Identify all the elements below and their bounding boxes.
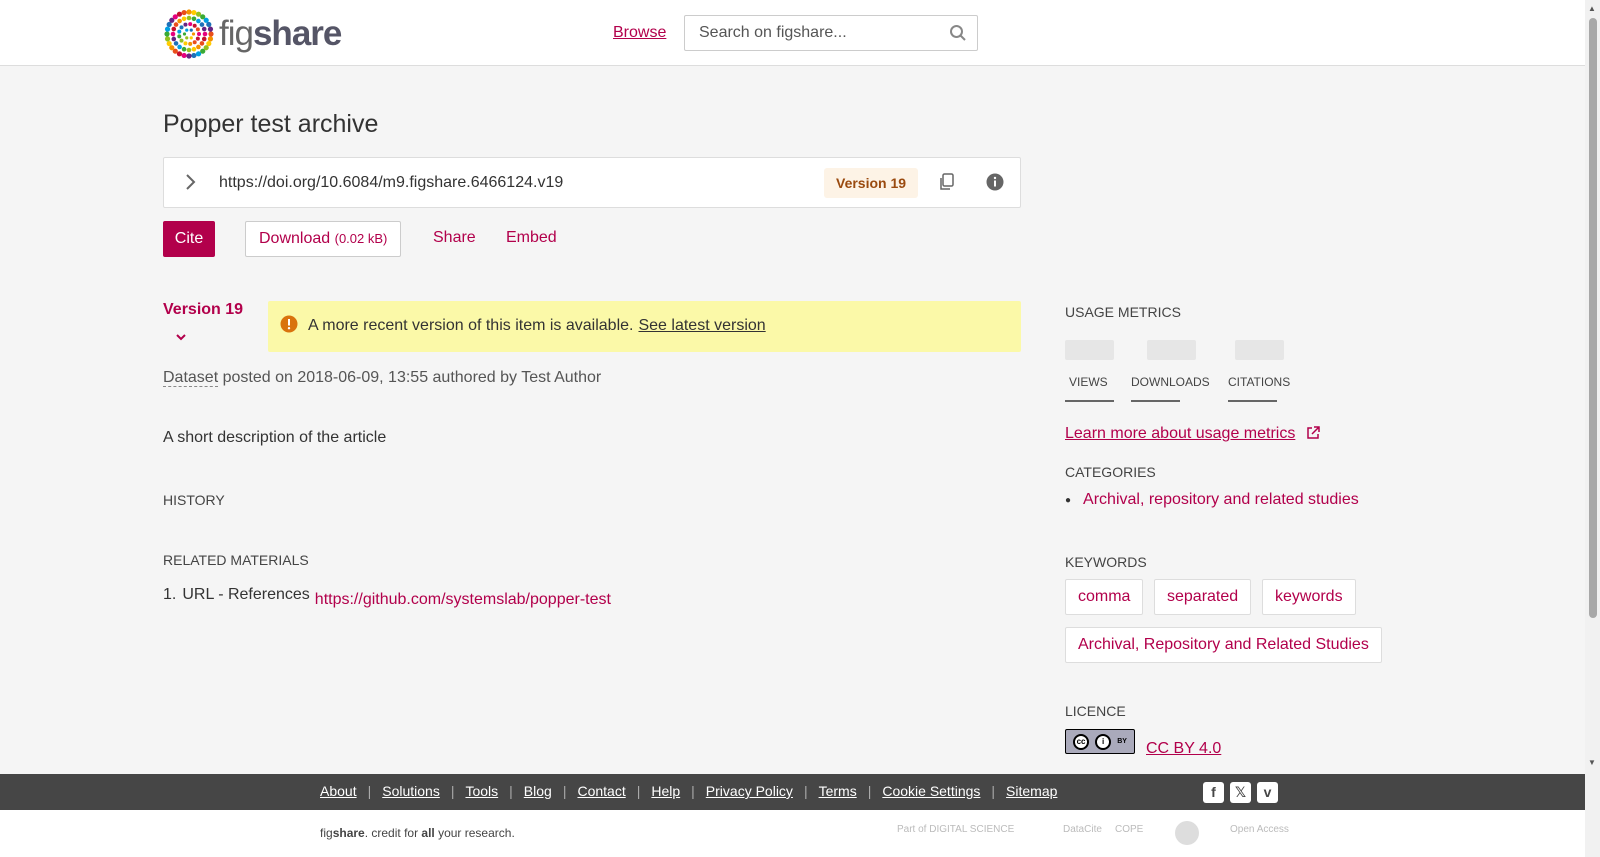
footer-separator: | xyxy=(991,783,996,799)
keyword-tag[interactable]: comma xyxy=(1065,579,1144,615)
footer-separator: | xyxy=(691,783,695,799)
footer-separator: | xyxy=(803,783,808,799)
scroll-down-arrow-icon[interactable]: ▼ xyxy=(1588,758,1596,767)
logo-text: figshare xyxy=(219,13,342,53)
related-item-label: URL - References xyxy=(182,586,310,603)
footer-separator: | xyxy=(450,783,455,799)
datacite-logo[interactable]: DataCite xyxy=(1063,824,1102,835)
footer-link-blog[interactable]: Blog xyxy=(524,783,552,799)
footer-tagline: figshare. credit for all your research. xyxy=(320,826,515,840)
doi-bar: https://doi.org/10.6084/m9.figshare.6466… xyxy=(163,157,1021,208)
vimeo-icon[interactable]: v xyxy=(1257,782,1278,803)
search-box xyxy=(684,15,978,51)
info-icon[interactable] xyxy=(986,173,1004,196)
footer-link-tools[interactable]: Tools xyxy=(465,783,498,799)
scroll-up-arrow-icon[interactable]: ▲ xyxy=(1588,4,1596,13)
categories-heading: CATEGORIES xyxy=(1065,464,1156,480)
history-heading: HISTORY xyxy=(163,492,225,508)
cite-button[interactable]: Cite xyxy=(163,221,215,257)
footer-separator: | xyxy=(562,783,567,799)
cc-license-icon[interactable]: cc i BY xyxy=(1065,729,1135,754)
keyword-tag[interactable]: separated xyxy=(1154,579,1252,615)
download-label: Download xyxy=(259,230,331,247)
newer-version-alert: A more recent version of this item is av… xyxy=(268,301,1021,352)
facebook-icon[interactable]: f xyxy=(1203,782,1224,803)
scroll-thumb[interactable] xyxy=(1589,18,1597,618)
licence-heading: LICENCE xyxy=(1065,703,1126,719)
version-selector[interactable]: Version 19 xyxy=(163,301,243,319)
usage-metrics-heading: USAGE METRICS xyxy=(1065,304,1181,320)
related-materials-heading: RELATED MATERIALS xyxy=(163,552,309,568)
copy-icon[interactable] xyxy=(939,173,955,196)
related-item-link[interactable]: https://github.com/systemslab/popper-tes… xyxy=(315,591,611,609)
download-size: (0.02 kB) xyxy=(334,231,388,246)
external-link-icon xyxy=(1305,425,1321,446)
footer-link-cookie-settings[interactable]: Cookie Settings xyxy=(882,783,980,799)
footer-link-privacy-policy[interactable]: Privacy Policy xyxy=(706,783,793,799)
footer-link-terms[interactable]: Terms xyxy=(819,783,857,799)
page-title: Popper test archive xyxy=(163,110,379,138)
warning-icon xyxy=(280,315,298,338)
figshare-logo-icon xyxy=(164,8,214,59)
footer-separator: | xyxy=(636,783,641,799)
embed-button[interactable]: Embed xyxy=(506,229,557,247)
downloads-metric[interactable]: DOWNLOADS xyxy=(1131,340,1210,402)
keywords-heading: KEYWORDS xyxy=(1065,554,1147,570)
footer-link-about[interactable]: About xyxy=(320,783,357,799)
cope-logo[interactable]: COPE xyxy=(1115,824,1143,835)
footer-links: About | Solutions | Tools | Blog | Contact | Help |… xyxy=(320,783,1057,799)
open-access-logo[interactable]: Open Access xyxy=(1230,824,1289,835)
footer-link-sitemap[interactable]: Sitemap xyxy=(1006,783,1057,799)
see-latest-version-link[interactable]: See latest version xyxy=(638,317,765,334)
seal-logo-icon[interactable] xyxy=(1175,821,1199,845)
category-link[interactable]: Archival, repository and related studies xyxy=(1083,491,1359,509)
footer-separator: | xyxy=(509,783,513,799)
download-button[interactable]: Download (0.02 kB) xyxy=(245,221,402,257)
views-metric[interactable]: VIEWS xyxy=(1065,340,1114,402)
posted-info: Dataset posted on 2018-06-09, 13:55 auth… xyxy=(163,369,602,387)
chevron-right-icon[interactable] xyxy=(184,173,196,196)
search-icon[interactable] xyxy=(949,24,967,47)
share-button[interactable]: Share xyxy=(433,229,476,247)
search-input[interactable] xyxy=(685,16,925,50)
item-description: A short description of the article xyxy=(163,429,387,446)
category-item: ● Archival, repository and related studi… xyxy=(1065,491,1359,509)
chevron-down-icon[interactable] xyxy=(175,328,187,346)
footer-link-help[interactable]: Help xyxy=(651,783,680,799)
x-twitter-icon[interactable]: 𝕏 xyxy=(1230,782,1251,803)
keyword-tag[interactable]: keywords xyxy=(1262,579,1356,615)
footer-link-contact[interactable]: Contact xyxy=(577,783,625,799)
related-item: 1. URL - References https://github.com/s… xyxy=(163,586,611,609)
version-badge: Version 19 xyxy=(824,168,919,198)
digital-science-logo[interactable]: Part of DIGITAL SCIENCE xyxy=(897,824,1014,835)
item-type[interactable]: Dataset xyxy=(163,369,219,387)
scrollbar[interactable]: ▲ ▼ xyxy=(1585,0,1600,857)
citations-metric[interactable]: CITATIONS xyxy=(1228,340,1290,402)
footer-bottom: figshare. credit for all your research. … xyxy=(0,810,1585,857)
footer-nav: About | Solutions | Tools | Blog | Contact | Help |… xyxy=(0,774,1585,810)
footer-link-solutions[interactable]: Solutions xyxy=(382,783,440,799)
keyword-tag[interactable]: Archival, Repository and Related Studies xyxy=(1065,627,1382,663)
alert-text: A more recent version of this item is av… xyxy=(308,317,766,334)
footer-separator: | xyxy=(367,783,372,799)
site-header: figshare Browse xyxy=(0,0,1585,66)
license-link[interactable]: CC BY 4.0 xyxy=(1146,740,1221,758)
learn-more-usage-link[interactable]: Learn more about usage metrics xyxy=(1065,425,1295,443)
doi-url: https://doi.org/10.6084/m9.figshare.6466… xyxy=(219,174,564,191)
footer-separator: | xyxy=(867,783,872,799)
browse-link[interactable]: Browse xyxy=(613,24,666,42)
figshare-logo[interactable]: figshare xyxy=(163,8,342,59)
